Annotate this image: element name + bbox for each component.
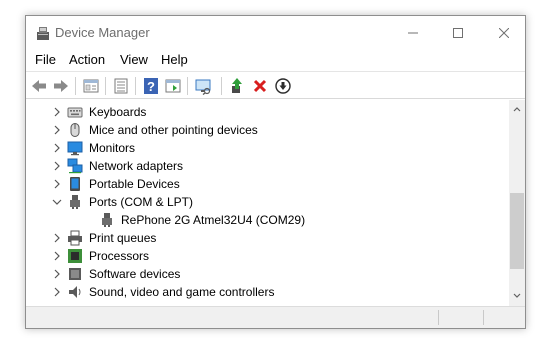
window-title: Device Manager bbox=[55, 25, 150, 40]
scroll-down-icon[interactable] bbox=[513, 293, 521, 299]
tree-node-label: Portable Devices bbox=[89, 177, 180, 191]
properties-sheet-icon[interactable] bbox=[82, 77, 100, 95]
port-icon bbox=[70, 195, 80, 209]
chevron-right-icon[interactable] bbox=[51, 232, 63, 244]
software-device-icon bbox=[69, 268, 81, 280]
tree-node-label: Sound, video and game controllers bbox=[89, 285, 275, 299]
scroll-up-icon[interactable] bbox=[513, 106, 521, 112]
maximize-icon bbox=[453, 27, 463, 38]
chevron-right-icon[interactable] bbox=[51, 160, 63, 172]
menu-bar: File Action View Help bbox=[26, 49, 525, 70]
portable-device-icon bbox=[70, 177, 80, 191]
device-tree: Keyboards Mice and other pointing device… bbox=[27, 100, 509, 306]
toolbar-separator bbox=[221, 77, 222, 95]
update-driver-icon[interactable] bbox=[228, 77, 246, 95]
forward-arrow-icon[interactable] bbox=[52, 77, 70, 95]
chevron-right-icon[interactable] bbox=[51, 286, 63, 298]
port-icon bbox=[102, 213, 112, 227]
close-button[interactable] bbox=[481, 16, 527, 49]
tree-node-ports[interactable]: Ports (COM & LPT) bbox=[27, 193, 509, 211]
tree-node-label: RePhone 2G Atmel32U4 (COM29) bbox=[121, 213, 306, 227]
menu-file[interactable]: File bbox=[35, 52, 56, 67]
device-manager-window: Device Manager File Action View Help ? K… bbox=[25, 15, 526, 329]
chevron-right-icon[interactable] bbox=[51, 142, 63, 154]
status-bar bbox=[26, 306, 525, 328]
tree-node-sound-video-game[interactable]: Sound, video and game controllers bbox=[27, 283, 509, 301]
toolbar: ? bbox=[26, 71, 525, 99]
disable-device-icon[interactable] bbox=[274, 77, 292, 95]
tree-node-label: Print queues bbox=[89, 231, 157, 245]
tree-node-monitors[interactable]: Monitors bbox=[27, 139, 509, 157]
vertical-scrollbar[interactable] bbox=[509, 100, 525, 306]
svg-text:?: ? bbox=[147, 79, 155, 94]
tree-node-label: Monitors bbox=[89, 141, 136, 155]
tree-node-print-queues[interactable]: Print queues bbox=[27, 229, 509, 247]
minimize-icon bbox=[408, 32, 418, 33]
device-manager-app-icon bbox=[37, 27, 49, 40]
printer-icon bbox=[68, 230, 82, 246]
toolbar-separator bbox=[187, 77, 188, 95]
keyboard-icon bbox=[67, 107, 83, 118]
scan-hardware-icon[interactable] bbox=[194, 77, 212, 95]
tree-node-label: Mice and other pointing devices bbox=[89, 123, 258, 137]
mouse-icon bbox=[70, 123, 80, 137]
minimize-button[interactable] bbox=[390, 16, 436, 49]
chevron-right-icon[interactable] bbox=[51, 124, 63, 136]
menu-help[interactable]: Help bbox=[161, 52, 188, 67]
tree-node-portable-devices[interactable]: Portable Devices bbox=[27, 175, 509, 193]
scrollbar-thumb[interactable] bbox=[510, 193, 524, 269]
speaker-icon bbox=[69, 286, 81, 298]
tree-node-label: Processors bbox=[89, 249, 150, 263]
tree-node-software-devices[interactable]: Software devices bbox=[27, 265, 509, 283]
back-arrow-icon[interactable] bbox=[30, 77, 48, 95]
tree-node-label: Network adapters bbox=[89, 159, 184, 173]
network-adapter-icon bbox=[67, 158, 83, 174]
menu-action[interactable]: Action bbox=[69, 52, 105, 67]
tree-node-processors[interactable]: Processors bbox=[27, 247, 509, 265]
device-list-icon[interactable] bbox=[112, 77, 130, 95]
tree-node-rephone-port[interactable]: RePhone 2G Atmel32U4 (COM29) bbox=[27, 211, 509, 229]
chevron-down-icon[interactable] bbox=[51, 196, 63, 208]
monitor-icon bbox=[67, 141, 83, 156]
uninstall-icon[interactable] bbox=[251, 77, 269, 95]
toolbar-separator bbox=[75, 77, 76, 95]
help-icon[interactable]: ? bbox=[142, 77, 160, 95]
maximize-button[interactable] bbox=[435, 16, 481, 49]
status-bar-separator bbox=[483, 310, 484, 325]
tree-node-network-adapters[interactable]: Network adapters bbox=[27, 157, 509, 175]
tree-node-label: Software devices bbox=[89, 267, 181, 281]
chevron-right-icon[interactable] bbox=[51, 250, 63, 262]
close-icon bbox=[499, 27, 509, 38]
menu-view[interactable]: View bbox=[120, 52, 148, 67]
chevron-right-icon[interactable] bbox=[51, 268, 63, 280]
tree-node-label: Keyboards bbox=[89, 105, 147, 119]
tree-node-mice[interactable]: Mice and other pointing devices bbox=[27, 121, 509, 139]
action-panel-icon[interactable] bbox=[164, 77, 182, 95]
chevron-right-icon[interactable] bbox=[51, 106, 63, 118]
toolbar-separator bbox=[135, 77, 136, 95]
tree-node-keyboards[interactable]: Keyboards bbox=[27, 103, 509, 121]
tree-node-label: Ports (COM & LPT) bbox=[89, 195, 194, 209]
chevron-right-icon[interactable] bbox=[51, 178, 63, 190]
status-bar-separator bbox=[438, 310, 439, 325]
toolbar-separator bbox=[105, 77, 106, 95]
processor-icon bbox=[68, 249, 82, 263]
title-bar[interactable]: Device Manager bbox=[26, 16, 525, 49]
